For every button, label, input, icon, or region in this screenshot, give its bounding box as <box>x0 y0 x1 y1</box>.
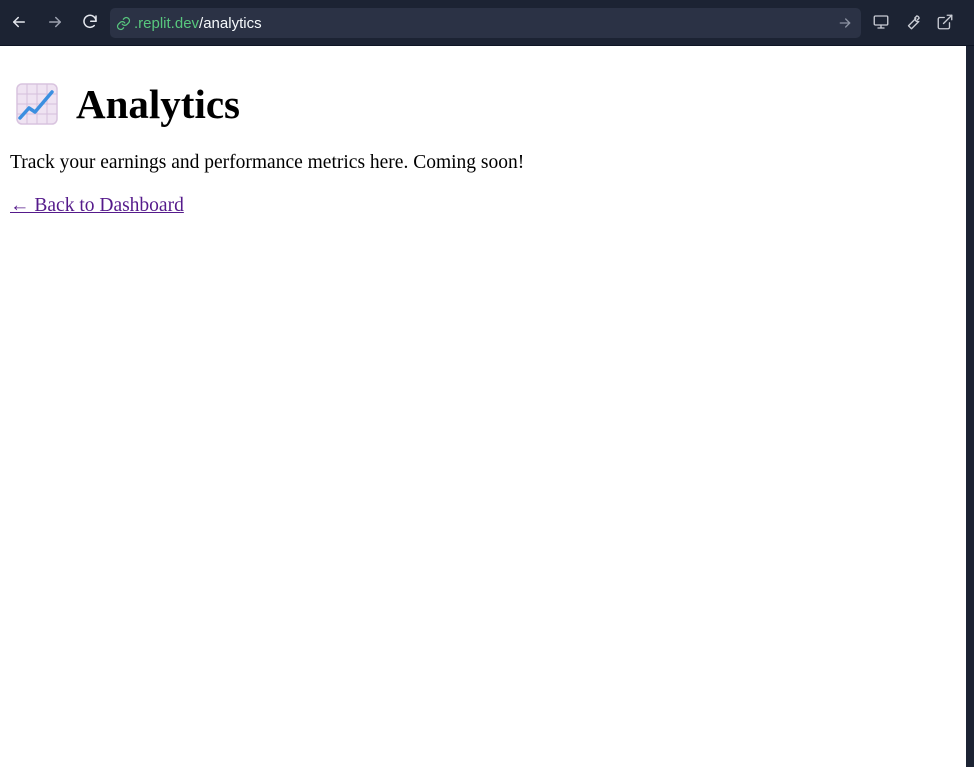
reload-icon <box>83 14 97 29</box>
arrow-right-icon[interactable] <box>837 15 853 31</box>
window-edge <box>966 46 974 767</box>
page-description: Track your earnings and performance metr… <box>10 152 525 173</box>
page-title-text: Analytics <box>76 81 240 127</box>
page-title: Analytics <box>16 80 240 128</box>
open-new-tab-button[interactable] <box>930 7 960 37</box>
monitor-icon <box>873 15 889 29</box>
back-to-dashboard-link[interactable]: ← Back to Dashboard <box>10 195 184 217</box>
chart-increasing-emoji-icon <box>16 83 58 125</box>
url-text: .replit.dev/analytics <box>134 15 262 32</box>
link-icon <box>116 16 131 31</box>
arrow-right-icon <box>49 16 61 28</box>
devtools-button[interactable] <box>898 7 928 37</box>
external-link-icon <box>937 14 953 30</box>
url-host: .replit.dev <box>134 14 200 32</box>
back-button[interactable] <box>4 7 34 37</box>
address-bar[interactable]: .replit.dev/analytics <box>110 8 861 38</box>
url-path: /analytics <box>199 14 262 32</box>
browser-toolbar: .replit.dev/analytics <box>0 0 974 46</box>
reload-button[interactable] <box>75 7 105 37</box>
forward-button[interactable] <box>40 7 70 37</box>
wrench-icon <box>907 15 920 30</box>
arrow-left-icon <box>13 16 25 28</box>
devices-button[interactable] <box>866 7 896 37</box>
